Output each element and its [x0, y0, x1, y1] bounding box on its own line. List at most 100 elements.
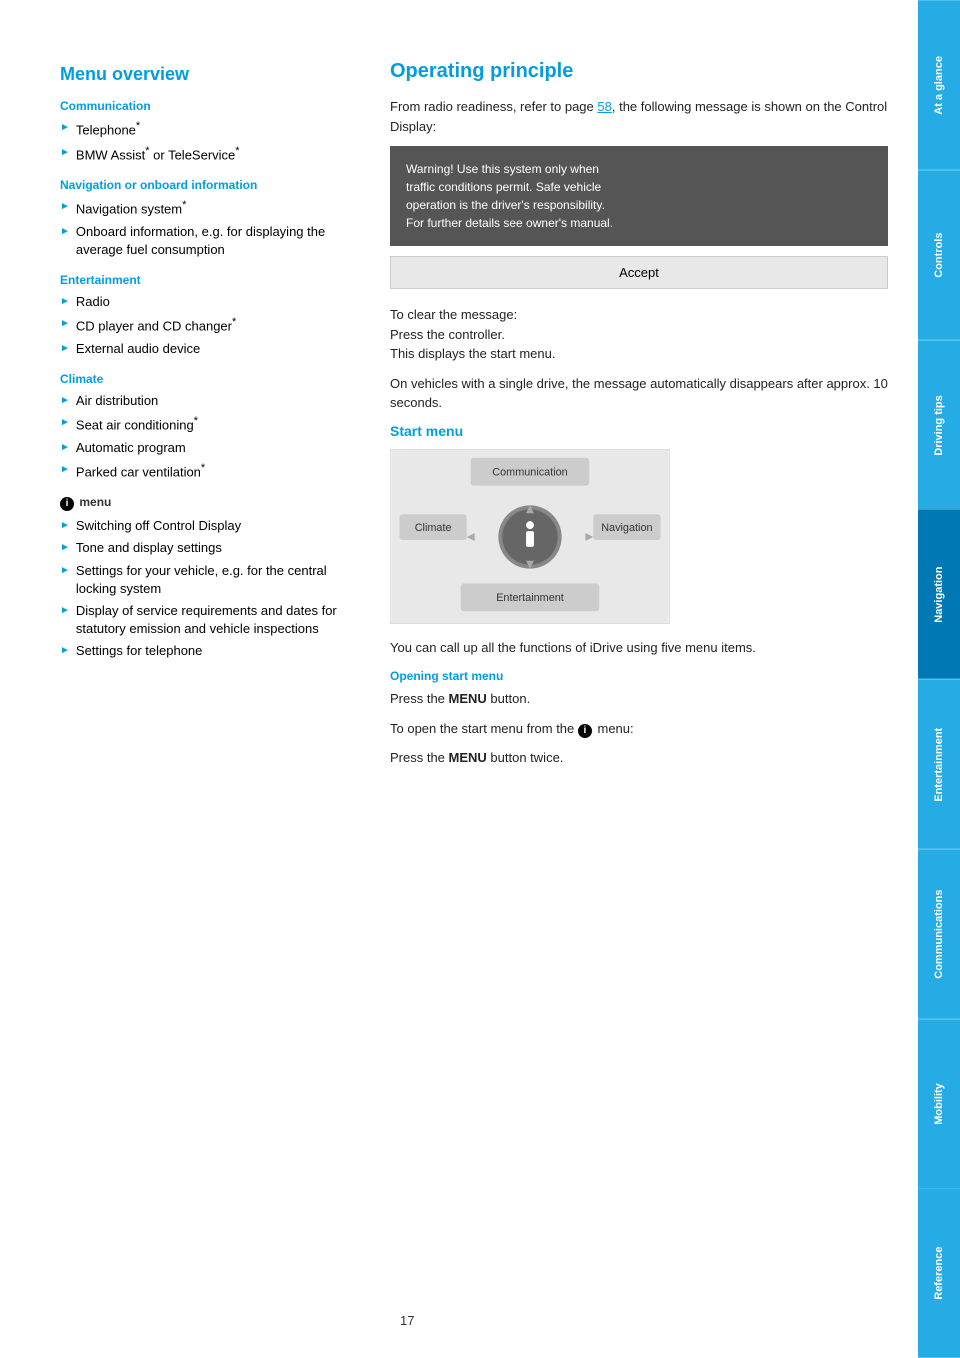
list-item: ► BMW Assist* or TeleService* — [60, 144, 340, 165]
bullet-icon: ► — [60, 317, 70, 331]
item-text: Tone and display settings — [76, 539, 222, 557]
item-text: CD player and CD changer* — [76, 315, 236, 336]
warning-line-4: For further details see owner's manual. — [406, 214, 872, 232]
sidebar-tab-reference[interactable]: Reference — [918, 1188, 960, 1358]
asterisk: * — [235, 145, 239, 157]
press-menu-2: To open the start menu from the i menu: — [390, 719, 888, 739]
asterisk: * — [194, 415, 198, 427]
sidebar-tab-mobility[interactable]: Mobility — [918, 1019, 960, 1189]
idrive-description: You can call up all the functions of iDr… — [390, 638, 888, 658]
item-text: Telephone* — [76, 119, 140, 140]
page-link[interactable]: 58 — [597, 99, 611, 114]
item-text: BMW Assist* or TeleService* — [76, 144, 240, 165]
list-item: ► Parked car ventilation* — [60, 461, 340, 482]
sidebar-tab-entertainment[interactable]: Entertainment — [918, 679, 960, 849]
item-text: Air distribution — [76, 392, 158, 410]
svg-text:Navigation: Navigation — [601, 522, 652, 534]
list-item: ► Switching off Control Display — [60, 517, 340, 535]
warning-box: Warning! Use this system only when traff… — [390, 146, 888, 246]
sidebar-tab-navigation[interactable]: Navigation — [918, 509, 960, 679]
list-item: ► Settings for telephone — [60, 642, 340, 660]
subsection-i-menu: i menu ► Switching off Control Display ►… — [60, 495, 340, 660]
bullet-icon: ► — [60, 416, 70, 430]
sidebar-tab-driving-tips[interactable]: Driving tips — [918, 340, 960, 510]
entertainment-list: ► Radio ► CD player and CD changer* ► Ex… — [60, 293, 340, 358]
warning-line-3: operation is the driver's responsibility… — [406, 196, 872, 214]
item-text: Switching off Control Display — [76, 517, 241, 535]
item-text: Parked car ventilation* — [76, 461, 205, 482]
accept-button[interactable]: Accept — [390, 256, 888, 289]
asterisk: * — [201, 462, 205, 474]
warning-line-2: traffic conditions permit. Safe vehicle — [406, 178, 872, 196]
item-text: Settings for your vehicle, e.g. for the … — [76, 562, 340, 598]
press-menu-1: Press the MENU button. — [390, 689, 888, 709]
communication-list: ► Telephone* ► BMW Assist* or TeleServic… — [60, 119, 340, 164]
bullet-icon: ► — [60, 441, 70, 455]
warning-line-1: Warning! Use this system only when — [406, 160, 872, 178]
list-item: ► External audio device — [60, 340, 340, 358]
i-icon-2: i — [578, 724, 592, 738]
opening-start-title: Opening start menu — [390, 669, 888, 683]
asterisk: * — [232, 316, 236, 328]
bullet-icon: ► — [60, 644, 70, 658]
i-icon: i — [60, 497, 74, 511]
sidebar: At a glance Controls Driving tips Naviga… — [918, 0, 960, 1358]
sidebar-tab-at-a-glance[interactable]: At a glance — [918, 0, 960, 170]
left-column: Menu overview Communication ► Telephone*… — [0, 60, 370, 1318]
svg-text:Climate: Climate — [415, 522, 452, 534]
subsection-title-navigation: Navigation or onboard information — [60, 178, 340, 192]
bullet-icon: ► — [60, 295, 70, 309]
item-text: Automatic program — [76, 439, 186, 457]
climate-list: ► Air distribution ► Seat air conditioni… — [60, 392, 340, 481]
bullet-icon: ► — [60, 394, 70, 408]
item-text: Seat air conditioning* — [76, 414, 198, 435]
start-menu-title: Start menu — [390, 423, 888, 439]
svg-text:Entertainment: Entertainment — [496, 592, 564, 604]
list-item: ► Automatic program — [60, 439, 340, 457]
bullet-icon: ► — [60, 541, 70, 555]
i-menu-list: ► Switching off Control Display ► Tone a… — [60, 517, 340, 660]
item-text: Navigation system* — [76, 198, 187, 219]
idrive-diagram: Communication Climate Navigation Enterta… — [390, 449, 670, 624]
page-number: 17 — [400, 1313, 414, 1328]
item-text: Onboard information, e.g. for displaying… — [76, 223, 340, 259]
navigation-list: ► Navigation system* ► Onboard informati… — [60, 198, 340, 259]
bullet-icon: ► — [60, 225, 70, 239]
i-menu-label: menu — [79, 495, 111, 509]
item-text: External audio device — [76, 340, 200, 358]
menu-bold-1: MENU — [449, 691, 487, 706]
list-item: ► CD player and CD changer* — [60, 315, 340, 336]
subsection-navigation: Navigation or onboard information ► Navi… — [60, 178, 340, 259]
asterisk: * — [145, 145, 149, 157]
bullet-icon: ► — [60, 342, 70, 356]
asterisk: * — [182, 199, 186, 211]
item-text: Settings for telephone — [76, 642, 202, 660]
list-item: ► Air distribution — [60, 392, 340, 410]
bullet-icon: ► — [60, 519, 70, 533]
list-item: ► Settings for your vehicle, e.g. for th… — [60, 562, 340, 598]
operating-title: Operating principle — [390, 60, 888, 83]
list-item: ► Telephone* — [60, 119, 340, 140]
list-item: ► Onboard information, e.g. for displayi… — [60, 223, 340, 259]
bullet-icon: ► — [60, 463, 70, 477]
bullet-icon: ► — [60, 564, 70, 578]
asterisk: * — [136, 120, 140, 132]
intro-text: From radio readiness, refer to page 58, … — [390, 97, 888, 136]
page-title: Menu overview — [60, 64, 340, 85]
main-content: Menu overview Communication ► Telephone*… — [0, 0, 918, 1358]
subsection-entertainment: Entertainment ► Radio ► CD player and CD… — [60, 273, 340, 358]
i-menu-title: i menu — [60, 495, 340, 511]
list-item: ► Radio — [60, 293, 340, 311]
list-item: ► Tone and display settings — [60, 539, 340, 557]
subsection-title-climate: Climate — [60, 372, 340, 386]
list-item: ► Seat air conditioning* — [60, 414, 340, 435]
item-text: Radio — [76, 293, 110, 311]
sidebar-tab-communications[interactable]: Communications — [918, 849, 960, 1019]
clear-message-text: To clear the message: Press the controll… — [390, 305, 888, 364]
list-item: ► Display of service requirements and da… — [60, 602, 340, 638]
right-column: Operating principle From radio readiness… — [370, 60, 918, 1318]
bullet-icon: ► — [60, 200, 70, 214]
svg-text:Communication: Communication — [492, 466, 567, 478]
sidebar-tab-controls[interactable]: Controls — [918, 170, 960, 340]
single-drive-text: On vehicles with a single drive, the mes… — [390, 374, 888, 413]
